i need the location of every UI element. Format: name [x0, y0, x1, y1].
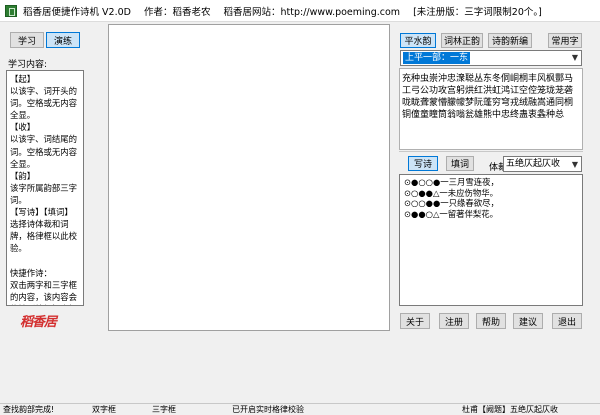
poem-form-value: 五绝仄起仄收	[506, 159, 561, 169]
status-meter-check: 已开启实时格律校验	[232, 405, 304, 414]
author-label: 作者：稻香老农	[143, 6, 211, 18]
pattern-line: ⊙●●○△一留著伴梨花。	[404, 208, 499, 219]
status-bar: 查找韵部完成! 双字框 三字框 已开启实时格律校验 杜甫【阙题】五绝仄起仄收	[0, 403, 600, 415]
title-bar: 稻香居便捷作诗机 V2.0D 作者：稻香老农 稻香居网站：http://www.…	[0, 0, 600, 22]
rhyme-chars-text: 充种虫崇沖忠潨聪丛东冬侗峒桐丰风枫酆马工弓公功攻宫躬烘红洪虹鸿讧空倥笼珑茏砻咙眬…	[402, 74, 574, 120]
poem-form-select[interactable]: 五绝仄起仄收 ▼	[503, 156, 582, 172]
about-button[interactable]: 关于	[400, 313, 430, 329]
study-content-box[interactable]: 【起】 以该字、词开头的词。空格或无内容全显。 【收】 以该字、词结尾的词。空格…	[6, 70, 84, 306]
tab-practice[interactable]: 演练	[46, 32, 80, 48]
chevron-down-icon: ▼	[571, 160, 578, 169]
study-content-label: 学习内容:	[8, 60, 48, 70]
app-title: 稻香居便捷作诗机 V2.0D	[23, 6, 131, 18]
tab-cilin-rhyme[interactable]: 词林正韵	[441, 33, 483, 48]
pattern-line: ⊙○○●●一只缘春欲尽，	[404, 198, 499, 209]
suggest-button[interactable]: 建议	[513, 313, 543, 329]
tab-study[interactable]: 学习	[10, 32, 44, 48]
exit-button[interactable]: 退出	[552, 313, 582, 329]
daoxiangju-seal-logo: 稻香居	[20, 315, 57, 330]
trial-note: [未注册版：三字词限制20个。]	[413, 6, 542, 18]
fill-ci-button[interactable]: 填词	[446, 156, 474, 171]
status-poem-info: 杜甫【阙题】五绝仄起仄收	[462, 405, 558, 414]
register-button[interactable]: 注册	[439, 313, 469, 329]
rhyme-group-select[interactable]: 上平一部：一东 ▼	[400, 50, 582, 66]
study-content-text: 【起】 以该字、词开头的词。空格或无内容全显。 【收】 以该字、词结尾的词。空格…	[10, 74, 77, 305]
tab-shiyun-xinbian[interactable]: 诗韵新编	[488, 33, 532, 48]
divider	[399, 151, 583, 152]
site-label: 稻香居网站：http://www.poeming.com	[223, 6, 401, 18]
status-two-char-box: 双字框	[92, 405, 116, 414]
rhyme-group-value: 上平一部：一东	[403, 52, 471, 64]
common-chars-button[interactable]: 常用字	[548, 33, 582, 48]
meter-pattern-box[interactable]: ⊙●○○●一三月雪连夜， ⊙○●●△一未应伤物华。 ⊙○○●●一只缘春欲尽， ⊙…	[399, 174, 583, 306]
tab-pingshui-rhyme[interactable]: 平水韵	[400, 33, 436, 48]
pattern-line: ⊙○●●△一未应伤物华。	[404, 187, 499, 198]
status-three-char-box: 三字框	[152, 405, 176, 414]
chevron-down-icon: ▼	[571, 53, 578, 62]
pattern-line: ⊙●○○●一三月雪连夜，	[404, 177, 499, 187]
app-icon	[5, 4, 17, 17]
poem-editor[interactable]	[108, 24, 390, 331]
status-message: 查找韵部完成!	[3, 405, 55, 414]
rhyme-chars-box[interactable]: 充种虫崇沖忠潨聪丛东冬侗峒桐丰风枫酆马工弓公功攻宫躬烘红洪虹鸿讧空倥笼珑茏砻咙眬…	[399, 68, 583, 150]
help-button[interactable]: 帮助	[476, 313, 506, 329]
window-title: 稻香居便捷作诗机 V2.0D 作者：稻香老农 稻香居网站：http://www.…	[23, 4, 552, 18]
write-poem-button[interactable]: 写诗	[408, 156, 438, 171]
